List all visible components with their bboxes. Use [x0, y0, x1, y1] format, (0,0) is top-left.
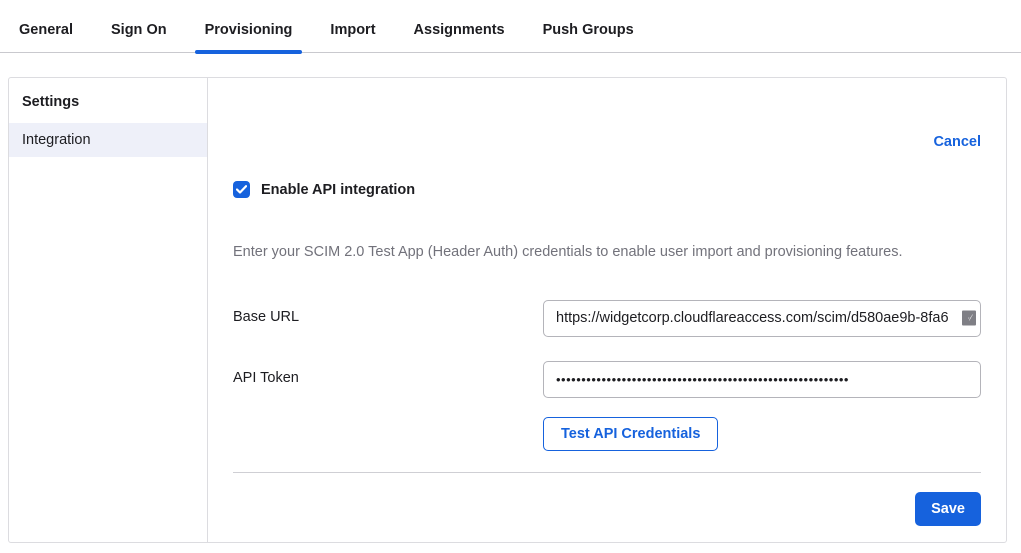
api-token-label: API Token: [233, 361, 543, 386]
integration-settings-form: Cancel Enable API integration Enter your…: [208, 78, 1006, 542]
enable-api-integration-label: Enable API integration: [261, 182, 415, 198]
app-tab-bar: General Sign On Provisioning Import Assi…: [0, 0, 1021, 53]
settings-sidebar: Settings Integration: [9, 78, 208, 542]
provisioning-panel: Settings Integration Cancel Enable API i…: [8, 77, 1007, 543]
tab-push-groups[interactable]: Push Groups: [541, 22, 636, 52]
api-token-input[interactable]: [543, 361, 981, 398]
cancel-button[interactable]: Cancel: [933, 134, 981, 150]
check-icon: [236, 185, 247, 194]
tab-import[interactable]: Import: [328, 22, 377, 52]
test-api-credentials-button[interactable]: Test API Credentials: [543, 417, 718, 451]
base-url-input[interactable]: [543, 300, 981, 337]
base-url-label: Base URL: [233, 300, 543, 325]
tab-assignments[interactable]: Assignments: [412, 22, 507, 52]
tab-general[interactable]: General: [17, 22, 75, 52]
tab-sign-on[interactable]: Sign On: [109, 22, 169, 52]
footer-divider: [233, 472, 981, 473]
sidebar-item-integration[interactable]: Integration: [9, 123, 207, 157]
credentials-description: Enter your SCIM 2.0 Test App (Header Aut…: [233, 243, 981, 263]
sidebar-heading: Settings: [9, 87, 207, 123]
enable-api-integration-checkbox[interactable]: [233, 181, 250, 198]
tab-provisioning[interactable]: Provisioning: [203, 22, 295, 52]
save-button[interactable]: Save: [915, 492, 981, 526]
